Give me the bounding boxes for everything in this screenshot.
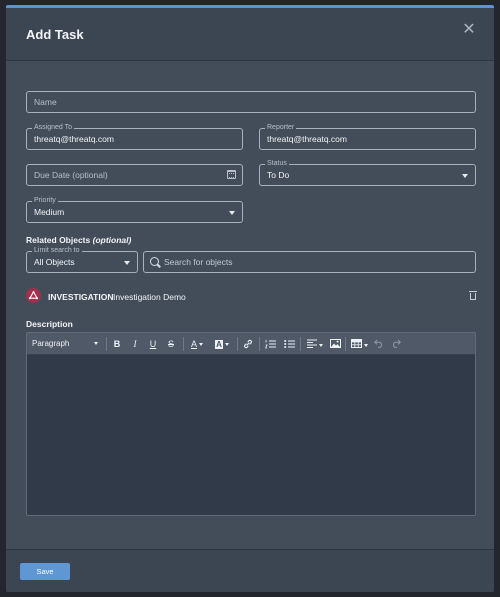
modal-title: Add Task [26, 27, 84, 42]
background-color-button[interactable]: A [212, 337, 232, 351]
related-objects-optional: (optional) [92, 235, 132, 245]
related-object-type: INVESTIGATION [48, 292, 114, 302]
related-objects-title: Related Objects [26, 235, 91, 245]
underline-button[interactable]: U [147, 337, 159, 351]
paragraph-format-label: Paragraph [32, 339, 70, 348]
toolbar-divider [237, 337, 238, 351]
bold-button[interactable]: B [111, 337, 123, 351]
toolbar-divider [259, 337, 260, 351]
status-value: To Do [267, 170, 290, 180]
toolbar-divider [345, 337, 346, 351]
search-icon [150, 257, 159, 266]
redo-icon[interactable] [390, 337, 402, 351]
object-search-input[interactable]: Search for objects [143, 251, 476, 273]
limit-search-select[interactable]: Limit search to All Objects [26, 246, 138, 273]
description-editor: Paragraph B I U S A A [26, 332, 476, 516]
background-color-icon: A [215, 340, 223, 349]
search-placeholder: Search for objects [164, 257, 233, 267]
close-icon[interactable]: ✕ [462, 22, 476, 38]
strikethrough-button[interactable]: S [165, 337, 177, 351]
chevron-down-icon [363, 344, 368, 348]
table-dropdown[interactable] [348, 337, 370, 351]
limit-search-label: Limit search to [32, 246, 82, 255]
italic-button[interactable]: I [129, 337, 141, 351]
reporter-label: Reporter [265, 123, 297, 132]
assigned-to-field[interactable]: Assigned To threatq@threatq.com [26, 123, 243, 150]
priority-select[interactable]: Priority Medium [26, 196, 243, 223]
status-label: Status [265, 159, 289, 168]
related-objects-heading: Related Objects (optional) [26, 235, 131, 245]
chevron-down-icon [462, 174, 468, 178]
assigned-to-label: Assigned To [32, 123, 75, 132]
name-input[interactable]: Name [26, 91, 476, 113]
related-object-name[interactable]: Investigation Demo [113, 292, 186, 302]
modal-footer: Save [6, 549, 494, 592]
reporter-value: threatq@threatq.com [267, 134, 347, 144]
chevron-down-icon [124, 261, 130, 265]
font-color-button[interactable]: A [187, 337, 207, 351]
table-icon [350, 339, 362, 348]
bulleted-list-icon[interactable] [282, 337, 296, 351]
link-icon[interactable] [241, 337, 255, 351]
font-color-icon: A [190, 339, 197, 349]
name-placeholder: Name [34, 97, 57, 107]
chevron-down-icon [93, 342, 98, 346]
undo-icon[interactable] [373, 337, 385, 351]
image-icon[interactable] [329, 337, 342, 351]
reporter-field[interactable]: Reporter threatq@threatq.com [259, 123, 476, 150]
toolbar-divider [106, 337, 107, 351]
modal-header: Add Task ✕ [6, 8, 494, 61]
toolbar-divider [300, 337, 301, 351]
numbered-list-icon[interactable] [263, 337, 277, 351]
align-dropdown[interactable] [304, 337, 326, 351]
investigation-icon [26, 288, 41, 303]
add-task-modal: Add Task ✕ Name Assigned To threatq@thre… [6, 5, 494, 592]
paragraph-format-dropdown[interactable]: Paragraph [32, 337, 102, 351]
due-date-field[interactable]: Due Date (optional) [26, 164, 243, 186]
toolbar-divider [183, 337, 184, 351]
calendar-icon[interactable] [227, 170, 236, 179]
status-select[interactable]: Status To Do [259, 159, 476, 186]
assigned-to-value: threatq@threatq.com [34, 134, 114, 144]
align-left-icon [307, 339, 317, 349]
priority-label: Priority [32, 196, 58, 205]
limit-search-value: All Objects [34, 257, 75, 267]
chevron-down-icon [229, 211, 235, 215]
chevron-down-icon [319, 344, 323, 348]
save-button[interactable]: Save [20, 563, 70, 580]
chevron-down-icon [224, 343, 229, 347]
description-textarea[interactable] [27, 355, 475, 515]
description-heading: Description [26, 319, 73, 329]
chevron-down-icon [199, 343, 203, 347]
priority-value: Medium [34, 207, 65, 217]
due-date-placeholder: Due Date (optional) [34, 170, 108, 180]
editor-toolbar: Paragraph B I U S A A [27, 333, 475, 355]
trash-icon[interactable] [469, 291, 477, 300]
